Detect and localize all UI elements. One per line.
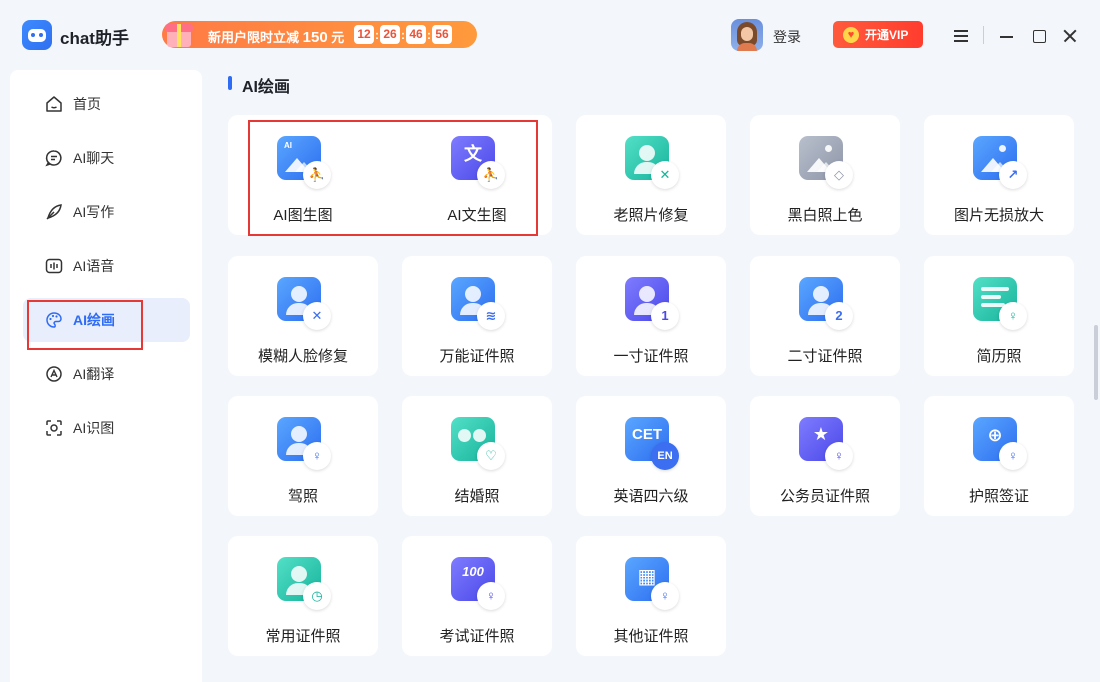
audio-wave-icon bbox=[45, 257, 63, 275]
tool-label: 驾照 bbox=[287, 488, 318, 505]
person-badge-icon: ♀ bbox=[651, 582, 679, 610]
tool-label: 英语四六级 bbox=[613, 488, 689, 505]
sidebar-item-label: AI翻译 bbox=[73, 366, 115, 382]
person-badge-icon: ♀ bbox=[477, 582, 505, 610]
sidebar-item-ai-chat[interactable]: AI聊天 bbox=[23, 136, 190, 180]
tool-card-driver-license[interactable]: ♀ 驾照 bbox=[228, 396, 378, 516]
section-title: AI绘画 bbox=[228, 73, 290, 97]
tool-card-two-inch-photo[interactable]: 2 二寸证件照 bbox=[750, 256, 900, 376]
feather-icon bbox=[45, 203, 63, 221]
promo-text: 新用户限时立减 bbox=[208, 30, 300, 45]
en-badge-icon: EN bbox=[651, 442, 679, 470]
clock-badge-icon: ◷ bbox=[303, 582, 331, 610]
timer-centiseconds: 56 bbox=[432, 25, 452, 44]
tool-card-old-photo-restore[interactable]: ✕ 老照片修复 bbox=[576, 115, 726, 235]
avatar[interactable] bbox=[731, 19, 763, 51]
tool-card-civil-servant[interactable]: ★ ♀ 公务员证件照 bbox=[750, 396, 900, 516]
sidebar-item-label: AI识图 bbox=[73, 420, 115, 436]
sidebar-item-ai-voice[interactable]: AI语音 bbox=[23, 244, 190, 288]
sidebar: 首页 AI聊天 AI写作 AI语音 AI绘画 AI翻译 AI识图 bbox=[10, 70, 202, 682]
wrench-badge-icon: ✕ bbox=[651, 161, 679, 189]
paint-bucket-icon: ◇ bbox=[825, 161, 853, 189]
promo-unit: 元 bbox=[331, 30, 345, 45]
timer-seconds: 46 bbox=[406, 25, 426, 44]
gift-icon bbox=[164, 17, 194, 49]
chat-icon bbox=[45, 149, 63, 167]
close-icon[interactable] bbox=[1061, 26, 1081, 46]
maximize-icon[interactable] bbox=[1030, 26, 1050, 46]
tool-label: 其他证件照 bbox=[613, 628, 689, 645]
person-badge-icon: ♀ bbox=[999, 302, 1027, 330]
login-link[interactable]: 登录 bbox=[773, 27, 801, 47]
tool-label: 黑白照上色 bbox=[787, 207, 863, 224]
number-two-icon: 2 bbox=[825, 302, 853, 330]
tool-label: 公务员证件照 bbox=[779, 488, 870, 505]
tool-card-passport-visa[interactable]: ⊕ ♀ 护照签证 bbox=[924, 396, 1074, 516]
tool-label: 万能证件照 bbox=[439, 348, 515, 365]
sidebar-item-label: AI聊天 bbox=[73, 150, 115, 166]
tool-label: 老照片修复 bbox=[613, 207, 689, 224]
selection-highlight bbox=[248, 120, 538, 236]
tool-label: 图片无损放大 bbox=[953, 207, 1044, 224]
tool-card-one-inch-photo[interactable]: 1 一寸证件照 bbox=[576, 256, 726, 376]
tool-card-face-restore[interactable]: ✕ 模糊人脸修复 bbox=[228, 256, 378, 376]
promo-amount: 150 bbox=[302, 29, 328, 46]
tool-label: 护照签证 bbox=[968, 488, 1029, 505]
tool-label: 二寸证件照 bbox=[787, 348, 863, 365]
tool-card-image-upscale[interactable]: ↗ 图片无损放大 bbox=[924, 115, 1074, 235]
image-recognize-icon bbox=[45, 419, 63, 437]
tool-card-common-id-photo[interactable]: ◷ 常用证件照 bbox=[228, 536, 378, 656]
translate-icon bbox=[45, 365, 63, 383]
timer-hours: 12 bbox=[354, 25, 374, 44]
title-bar: chat助手 新用户限时立减 150 元 12 : 26 : 46 : 56 登… bbox=[0, 0, 1100, 70]
heart-badge-icon: ♡ bbox=[477, 442, 505, 470]
selection-highlight bbox=[27, 300, 143, 350]
menu-icon[interactable] bbox=[952, 26, 972, 46]
tool-label: 模糊人脸修复 bbox=[257, 348, 348, 365]
sidebar-item-home[interactable]: 首页 bbox=[23, 82, 190, 126]
sidebar-item-ai-image-recognition[interactable]: AI识图 bbox=[23, 406, 190, 450]
layers-icon: ≋ bbox=[477, 302, 505, 330]
person-badge-icon: ♀ bbox=[303, 442, 331, 470]
divider bbox=[983, 26, 984, 44]
tool-card-universal-id-photo[interactable]: ≋ 万能证件照 bbox=[402, 256, 552, 376]
app-title: chat助手 bbox=[60, 29, 129, 48]
tool-label: 结婚照 bbox=[454, 488, 500, 505]
expand-arrow-icon: ↗ bbox=[999, 161, 1027, 189]
app-logo-icon bbox=[22, 20, 52, 50]
sidebar-item-label: AI写作 bbox=[73, 204, 115, 220]
tool-card-exam-photo[interactable]: 100 ♀ 考试证件照 bbox=[402, 536, 552, 656]
tool-card-cet[interactable]: CET EN 英语四六级 bbox=[576, 396, 726, 516]
tool-card-resume-photo[interactable]: ♀ 简历照 bbox=[924, 256, 1074, 376]
tool-card-marriage-photo[interactable]: ♡ 结婚照 bbox=[402, 396, 552, 516]
person-badge-icon: ♀ bbox=[999, 442, 1027, 470]
tool-card-other-id-photo[interactable]: ▦ ♀ 其他证件照 bbox=[576, 536, 726, 656]
countdown-timer: 12 : 26 : 46 : 56 bbox=[354, 25, 452, 44]
home-icon bbox=[45, 95, 63, 113]
person-badge-icon: ♀ bbox=[825, 442, 853, 470]
vip-button[interactable]: ♥ 开通VIP bbox=[833, 21, 923, 48]
tool-label: 常用证件照 bbox=[265, 628, 341, 645]
number-one-icon: 1 bbox=[651, 302, 679, 330]
tool-label: 一寸证件照 bbox=[613, 348, 689, 365]
sidebar-item-label: 首页 bbox=[73, 96, 101, 112]
sidebar-item-ai-writing[interactable]: AI写作 bbox=[23, 190, 190, 234]
heart-icon: ♥ bbox=[843, 26, 859, 43]
promo-banner[interactable]: 新用户限时立减 150 元 12 : 26 : 46 : 56 bbox=[162, 21, 477, 48]
minimize-icon[interactable] bbox=[997, 26, 1017, 46]
sidebar-item-label: AI语音 bbox=[73, 258, 115, 274]
scrollbar-thumb[interactable] bbox=[1094, 325, 1098, 400]
timer-minutes: 26 bbox=[380, 25, 400, 44]
sidebar-item-ai-translate[interactable]: AI翻译 bbox=[23, 352, 190, 396]
wrench-badge-icon: ✕ bbox=[303, 302, 331, 330]
tool-label: 考试证件照 bbox=[439, 628, 515, 645]
tool-label: 简历照 bbox=[976, 348, 1022, 365]
tool-card-colorize[interactable]: ◇ 黑白照上色 bbox=[750, 115, 900, 235]
